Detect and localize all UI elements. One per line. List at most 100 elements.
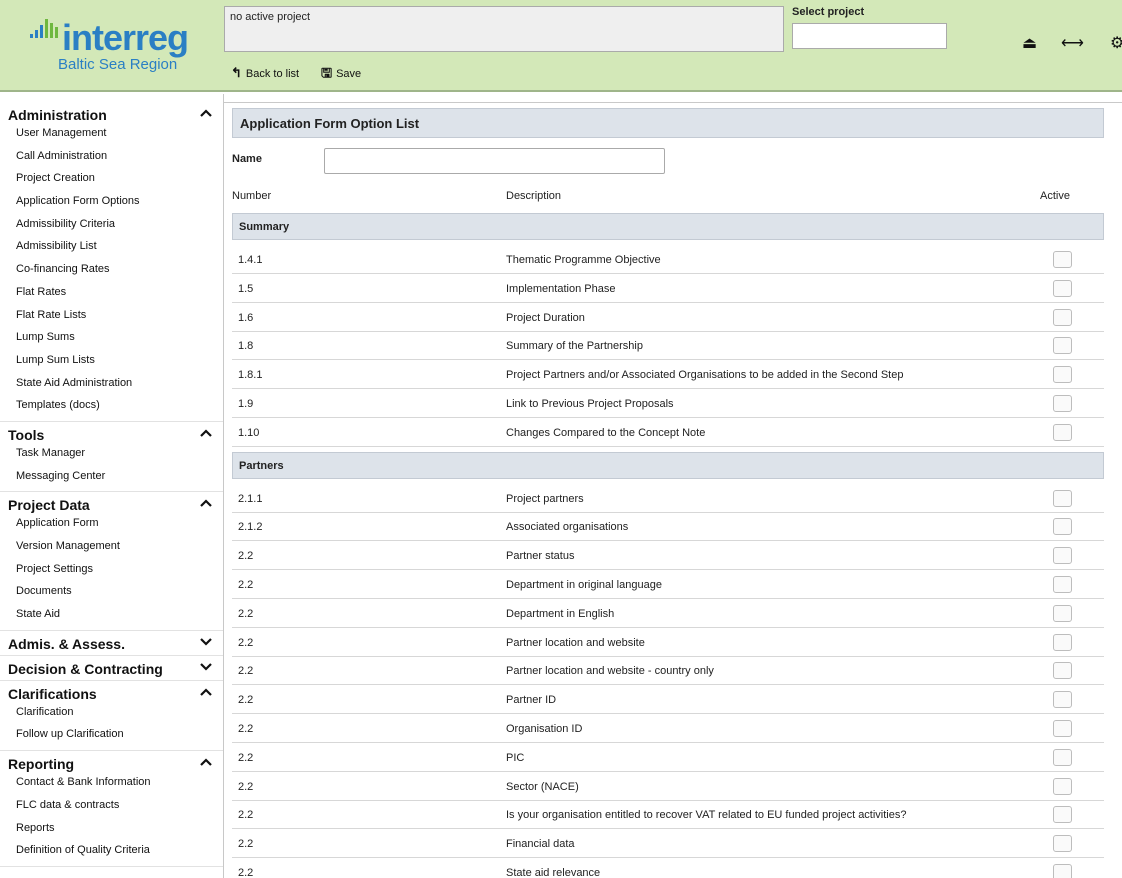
sidebar-item[interactable]: FLC data & contracts: [0, 796, 223, 819]
active-checkbox[interactable]: [1053, 662, 1072, 680]
sidebar-item[interactable]: Call Administration: [0, 147, 223, 170]
sidebar-item[interactable]: User Management: [0, 124, 223, 147]
active-checkbox[interactable]: [1053, 691, 1072, 709]
sidebar-item[interactable]: Task Manager: [0, 444, 223, 467]
sidebar-section-header[interactable]: Admis. & Assess.: [0, 633, 223, 653]
chevron-down-icon[interactable]: [200, 635, 212, 650]
arrow-up-left-icon: ↰: [231, 65, 242, 80]
sidebar-section-header[interactable]: Decision & Contracting: [0, 658, 223, 678]
sidebar-item[interactable]: State Aid: [0, 605, 223, 628]
sidebar-item[interactable]: Project Creation: [0, 169, 223, 192]
save-button[interactable]: 🖫 Save: [321, 66, 361, 81]
sidebar-item[interactable]: Application Form Options: [0, 192, 223, 215]
sidebar-section-header[interactable]: Administration: [0, 104, 223, 124]
sidebar-item[interactable]: Project Settings: [0, 560, 223, 583]
sidebar-item[interactable]: Reports: [0, 819, 223, 842]
active-checkbox[interactable]: [1053, 604, 1072, 622]
floppy-disk-icon: 🖫: [321, 65, 333, 80]
sidebar-item[interactable]: Lump Sum Lists: [0, 351, 223, 374]
sidebar-section-header[interactable]: Reporting: [0, 753, 223, 773]
name-filter-label: Name: [232, 153, 262, 165]
sidebar-item[interactable]: Lump Sums: [0, 328, 223, 351]
chevron-up-icon[interactable]: [200, 685, 212, 700]
chevron-up-icon[interactable]: [200, 755, 212, 770]
sidebar-section: Decision & Contracting: [0, 658, 223, 681]
chevron-down-icon[interactable]: [200, 660, 212, 675]
select-project-input[interactable]: [792, 23, 947, 49]
active-checkbox[interactable]: [1053, 748, 1072, 766]
active-checkbox[interactable]: [1053, 633, 1072, 651]
active-checkbox[interactable]: [1053, 308, 1072, 326]
sidebar-item[interactable]: Templates (docs): [0, 396, 223, 419]
sidebar-item[interactable]: Clarification: [0, 703, 223, 726]
row-description: Summary of the Partnership: [506, 340, 643, 353]
row-number: 1.6: [238, 311, 254, 324]
resize-horizontal-icon[interactable]: ⟷: [1061, 34, 1084, 54]
active-project-box: no active project: [224, 6, 784, 52]
active-checkbox[interactable]: [1053, 251, 1072, 268]
row-number: 2.2: [238, 867, 254, 878]
active-checkbox[interactable]: [1053, 489, 1072, 507]
row-description: Changes Compared to the Concept Note: [506, 426, 706, 439]
active-checkbox[interactable]: [1053, 777, 1072, 795]
active-checkbox[interactable]: [1053, 720, 1072, 737]
table-row: 1.9 Link to Previous Project Proposals: [232, 390, 1104, 418]
table-row: 2.2 PIC: [232, 744, 1104, 772]
row-number: 2.2: [238, 636, 254, 649]
table-row: 1.10 Changes Compared to the Concept Note: [232, 419, 1104, 447]
chevron-up-icon[interactable]: [200, 426, 212, 441]
active-checkbox[interactable]: [1053, 864, 1072, 878]
divider: [224, 102, 1122, 103]
row-number: 2.2: [238, 809, 254, 822]
sidebar-item[interactable]: Version Management: [0, 537, 223, 560]
row-number: 2.2: [238, 665, 254, 678]
active-checkbox[interactable]: [1053, 518, 1072, 536]
sidebar-item[interactable]: Application Form: [0, 514, 223, 537]
column-header-active[interactable]: Active: [1040, 190, 1070, 202]
sidebar-item[interactable]: Definition of Quality Criteria: [0, 841, 223, 864]
chevron-up-icon[interactable]: [200, 496, 212, 511]
sidebar-item[interactable]: Documents: [0, 582, 223, 605]
sidebar-item[interactable]: Flat Rate Lists: [0, 306, 223, 329]
sidebar-section-header[interactable]: Project Data: [0, 494, 223, 514]
interreg-logo[interactable]: interreg Baltic Sea Region: [0, 0, 224, 92]
table-row: 2.2 Organisation ID: [232, 715, 1104, 743]
sidebar-item[interactable]: Follow up Clarification: [0, 725, 223, 748]
sidebar-section-header[interactable]: Clarifications: [0, 683, 223, 703]
table-row: 1.5 Implementation Phase: [232, 275, 1104, 303]
sidebar-item[interactable]: Contact & Bank Information: [0, 773, 223, 796]
active-checkbox[interactable]: [1053, 366, 1072, 384]
gear-icon[interactable]: ⚙: [1110, 34, 1122, 54]
sidebar-item[interactable]: State Aid Administration: [0, 374, 223, 397]
sidebar-item[interactable]: Co-financing Rates: [0, 260, 223, 283]
active-checkbox[interactable]: [1053, 337, 1072, 355]
active-checkbox[interactable]: [1053, 835, 1072, 853]
active-checkbox[interactable]: [1053, 279, 1072, 297]
row-number: 2.1.1: [238, 492, 263, 505]
row-number: 2.2: [238, 550, 254, 563]
table-row: 2.2 State aid relevance: [232, 859, 1104, 878]
column-header-description[interactable]: Description: [506, 190, 561, 202]
sidebar-section-title: Project Data: [8, 497, 90, 514]
chevron-up-icon[interactable]: [200, 106, 212, 121]
eject-icon[interactable]: ⏏: [1022, 34, 1037, 54]
sidebar-item[interactable]: Flat Rates: [0, 283, 223, 306]
column-header-number[interactable]: Number: [232, 190, 271, 202]
signal-bars-icon: [30, 19, 58, 38]
active-checkbox[interactable]: [1053, 576, 1072, 593]
sidebar-item[interactable]: Admissibility Criteria: [0, 215, 223, 238]
active-checkbox[interactable]: [1053, 806, 1072, 824]
active-checkbox[interactable]: [1053, 547, 1072, 565]
sidebar-item[interactable]: Admissibility List: [0, 237, 223, 260]
active-checkbox[interactable]: [1053, 423, 1072, 441]
table-row: 1.8 Summary of the Partnership: [232, 332, 1104, 361]
row-description: Link to Previous Project Proposals: [506, 398, 674, 410]
name-filter-input[interactable]: [324, 148, 665, 174]
table-row: 2.2 Department in English: [232, 600, 1104, 628]
active-checkbox[interactable]: [1053, 395, 1072, 412]
group-header-row: Summary: [232, 213, 1104, 240]
sidebar-section-header[interactable]: Tools: [0, 424, 223, 444]
back-to-list-button[interactable]: ↰ Back to list: [231, 66, 299, 81]
sidebar-item[interactable]: Messaging Center: [0, 467, 223, 490]
row-description: Organisation ID: [506, 723, 583, 735]
